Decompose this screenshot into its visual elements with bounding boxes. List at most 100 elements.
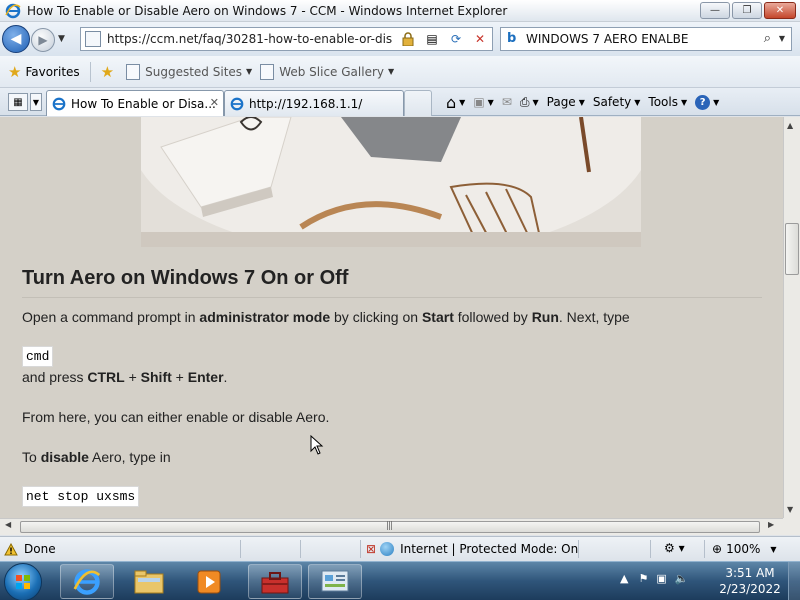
grip-icon: |||: [386, 521, 393, 531]
clock-date: 2/23/2022: [719, 582, 781, 596]
quick-tabs-button[interactable]: ▦: [8, 93, 28, 111]
search-options-dropdown[interactable]: ▼: [779, 34, 785, 43]
scroll-left-arrow[interactable]: ◀: [5, 520, 11, 529]
window-title: How To Enable or Disable Aero on Windows…: [27, 3, 508, 18]
zone-text: Internet | Protected Mode: On: [400, 542, 579, 556]
taskbar-media-player-button[interactable]: [182, 564, 236, 599]
clock[interactable]: 3:51 AM 2/23/2022: [718, 565, 782, 597]
address-url[interactable]: https://ccm.net/faq/30281-how-to-enable-…: [107, 32, 392, 46]
forward-button[interactable]: ▶: [31, 28, 55, 52]
feeds-button[interactable]: ▣ ▼: [473, 95, 494, 109]
forward-arrow-icon: ▶: [38, 33, 48, 47]
lock-icon[interactable]: [398, 30, 418, 48]
close-tab-icon[interactable]: ✕: [210, 96, 219, 109]
new-tab-button[interactable]: [404, 90, 432, 116]
status-bar: Done ⊠ Internet | Protected Mode: On ⚙ ▾…: [0, 536, 800, 561]
heading-divider: [22, 297, 762, 298]
bold-text: CTRL: [87, 369, 125, 385]
network-icon[interactable]: ▣: [656, 572, 666, 585]
taskbar-ie-button[interactable]: [60, 564, 114, 599]
page-icon: [126, 63, 141, 80]
page-icon: [85, 31, 101, 47]
text: Open a command prompt in: [22, 309, 200, 325]
text: . Next, type: [558, 309, 630, 325]
tab-row: ▦ ▼ How To Enable or Disa... ✕ http://19…: [0, 88, 800, 116]
paragraph-3: From here, you can either enable or disa…: [22, 409, 330, 425]
start-orb-icon[interactable]: [4, 563, 42, 600]
safety-menu[interactable]: Safety ▼: [593, 95, 641, 109]
address-bar[interactable]: https://ccm.net/faq/30281-how-to-enable-…: [80, 27, 493, 51]
show-hidden-icons-icon[interactable]: ▲: [620, 572, 628, 585]
text: +: [124, 369, 141, 385]
favorite-suggested-sites[interactable]: Suggested Sites ▼: [126, 63, 252, 80]
favorite-label: Web Slice Gallery: [279, 64, 384, 79]
horizontal-scrollbar[interactable]: ◀ ||| ▶: [0, 518, 783, 535]
help-icon: ?: [695, 94, 711, 110]
bold-text: administrator mode: [199, 309, 331, 325]
separator: [578, 540, 579, 558]
command-bar: ⌂ ▼ ▣ ▼ ✉ ⎙ ▼ Page ▼ Safety ▼ Tools ▼ ? ▼: [446, 90, 727, 114]
read-mail-button[interactable]: ✉: [502, 95, 512, 109]
close-button[interactable]: ✕: [764, 2, 796, 19]
warning-icon[interactable]: [4, 542, 18, 556]
compatibility-view-icon[interactable]: ▤: [422, 30, 442, 48]
page-menu[interactable]: Page ▼: [547, 95, 585, 109]
control-panel-icon: [321, 570, 349, 591]
tab-active[interactable]: How To Enable or Disa... ✕: [46, 90, 224, 116]
tools-menu[interactable]: Tools ▼: [648, 95, 687, 109]
scroll-right-arrow[interactable]: ▶: [768, 520, 774, 529]
minimize-button[interactable]: —: [700, 2, 730, 19]
zoom-icon: ⊕: [712, 542, 723, 556]
star-icon: ★: [8, 62, 22, 81]
text: +: [171, 369, 188, 385]
security-zone[interactable]: ⊠ Internet | Protected Mode: On: [366, 542, 578, 556]
show-desktop-button[interactable]: [788, 562, 800, 600]
print-button[interactable]: ⎙ ▼: [520, 95, 539, 110]
vertical-scrollbar[interactable]: ▲ ▼: [783, 117, 800, 518]
restore-button[interactable]: ❐: [732, 2, 762, 19]
tab-label: http://192.168.1.1/: [249, 96, 363, 111]
recent-pages-dropdown[interactable]: ▼: [58, 34, 65, 44]
taskbar-toolbox-button[interactable]: [248, 564, 302, 599]
help-button[interactable]: ? ▼: [695, 94, 719, 110]
taskbar-explorer-button[interactable]: [122, 564, 176, 599]
scrollbar-corner: [783, 518, 800, 535]
scroll-up-arrow[interactable]: ▲: [787, 121, 793, 130]
search-query[interactable]: WINDOWS 7 AERO ENALBE: [526, 32, 688, 46]
article-image: [141, 117, 641, 247]
chevron-down-icon: ▼: [770, 544, 777, 554]
zoom-control[interactable]: ⊕ 100% ▼: [712, 542, 777, 556]
tab-inactive[interactable]: http://192.168.1.1/: [224, 90, 404, 116]
clock-time: 3:51 AM: [725, 566, 775, 580]
separator: [650, 540, 651, 558]
vertical-scroll-thumb[interactable]: [785, 223, 799, 275]
action-center-icon[interactable]: ⚑: [638, 572, 648, 585]
scroll-down-arrow[interactable]: ▼: [787, 505, 793, 514]
page-icon: [260, 63, 275, 80]
stop-icon[interactable]: ✕: [470, 30, 490, 48]
ie-icon: [230, 97, 244, 111]
taskbar: ▲ ⚑ ▣ 🔈 3:51 AM 2/23/2022: [0, 561, 800, 600]
search-box[interactable]: b WINDOWS 7 AERO ENALBE ⌕ ▼: [500, 27, 792, 51]
folder-icon: [134, 570, 164, 593]
add-favorite-icon[interactable]: ★: [101, 63, 114, 81]
system-tray: ▲ ⚑ ▣ 🔈: [620, 572, 688, 585]
volume-icon[interactable]: 🔈: [675, 572, 689, 585]
print-icon: ⎙: [519, 94, 530, 109]
paragraph-1: Open a command prompt in administrator m…: [22, 309, 630, 325]
text: followed by: [453, 309, 532, 325]
favorites-button[interactable]: ★ Favorites: [8, 63, 80, 81]
protected-mode-icon[interactable]: ⚙ ▾: [664, 541, 685, 555]
favorites-bar: ★ Favorites ★ Suggested Sites ▼ Web Slic…: [0, 56, 800, 88]
search-icon[interactable]: ⌕: [764, 31, 771, 46]
back-arrow-icon: ◀: [10, 31, 22, 47]
horizontal-scroll-thumb[interactable]: |||: [20, 521, 760, 533]
status-done: Done: [4, 542, 56, 556]
page-menu-label: Page: [546, 95, 576, 109]
favorite-web-slice-gallery[interactable]: Web Slice Gallery ▼: [260, 63, 394, 80]
tab-list-dropdown[interactable]: ▼: [30, 93, 42, 111]
home-button[interactable]: ⌂ ▼: [446, 93, 465, 112]
refresh-icon[interactable]: ⟳: [446, 30, 466, 48]
back-button[interactable]: ◀: [2, 25, 30, 53]
taskbar-control-panel-button[interactable]: [308, 564, 362, 599]
